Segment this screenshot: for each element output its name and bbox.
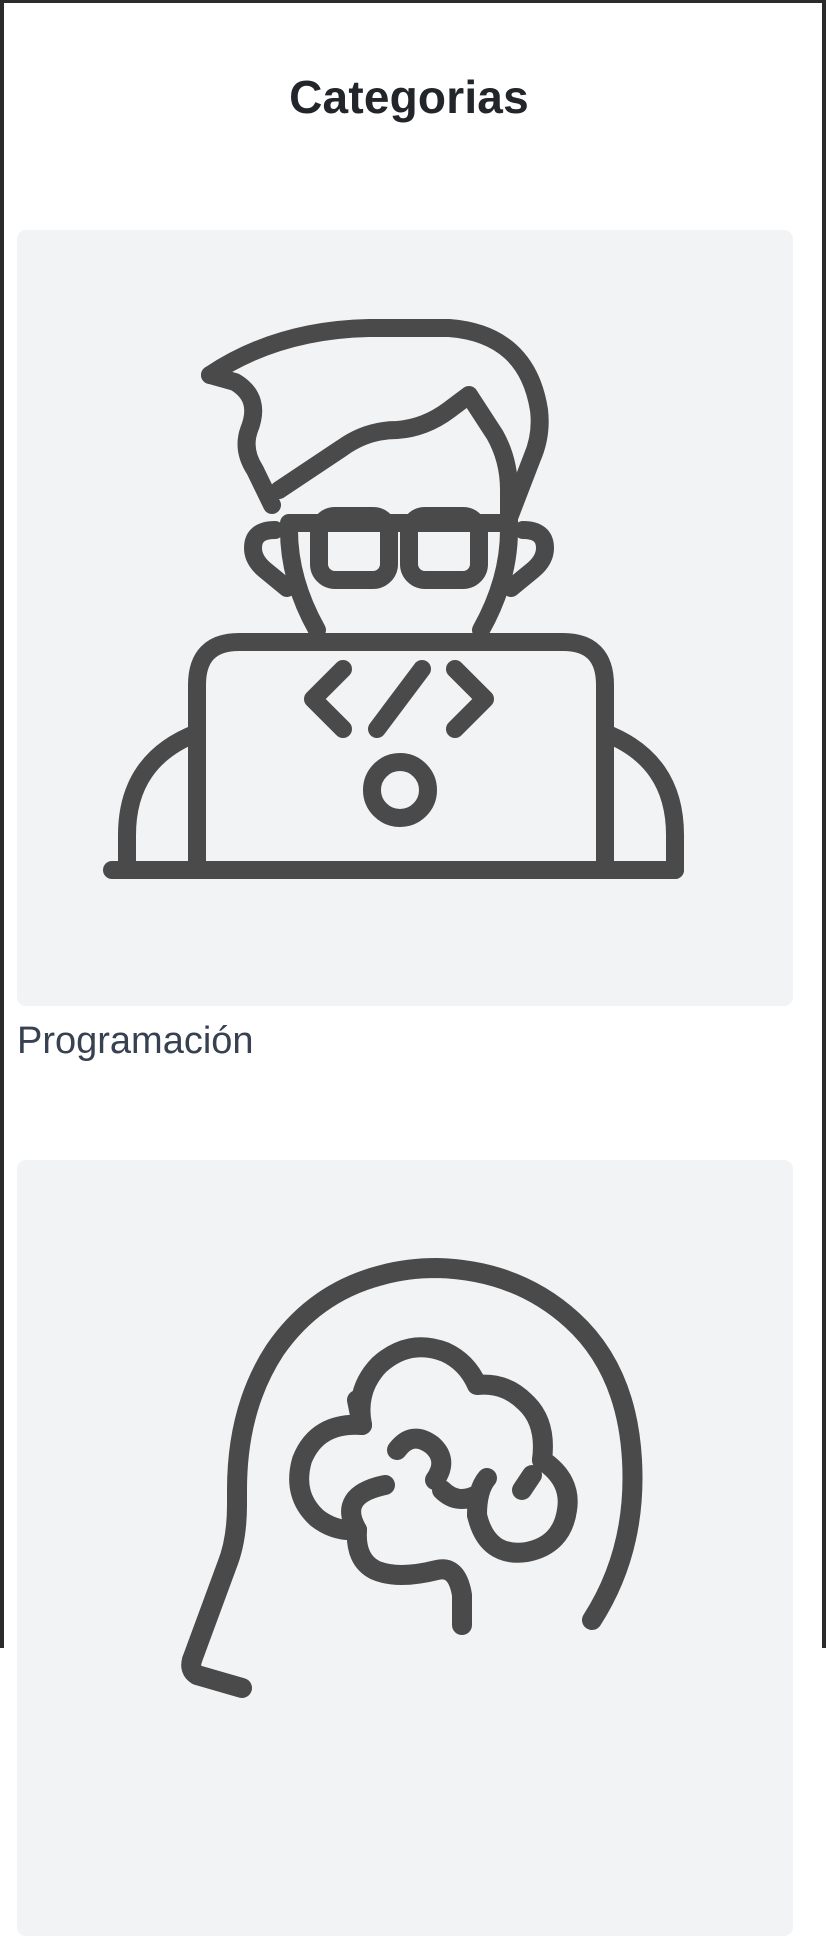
page-title: Categorias (289, 71, 529, 123)
category-image[interactable] (17, 230, 793, 1006)
brain-head-icon (181, 1258, 643, 1698)
category-image[interactable] (17, 1160, 793, 1936)
category-card-brain[interactable] (17, 1160, 793, 1936)
category-label[interactable]: Programación (17, 1016, 793, 1066)
page-frame: Categorias Programación (0, 0, 826, 1936)
category-card-programacion[interactable]: Programación (17, 230, 793, 1066)
developer-laptop-icon (103, 319, 684, 879)
